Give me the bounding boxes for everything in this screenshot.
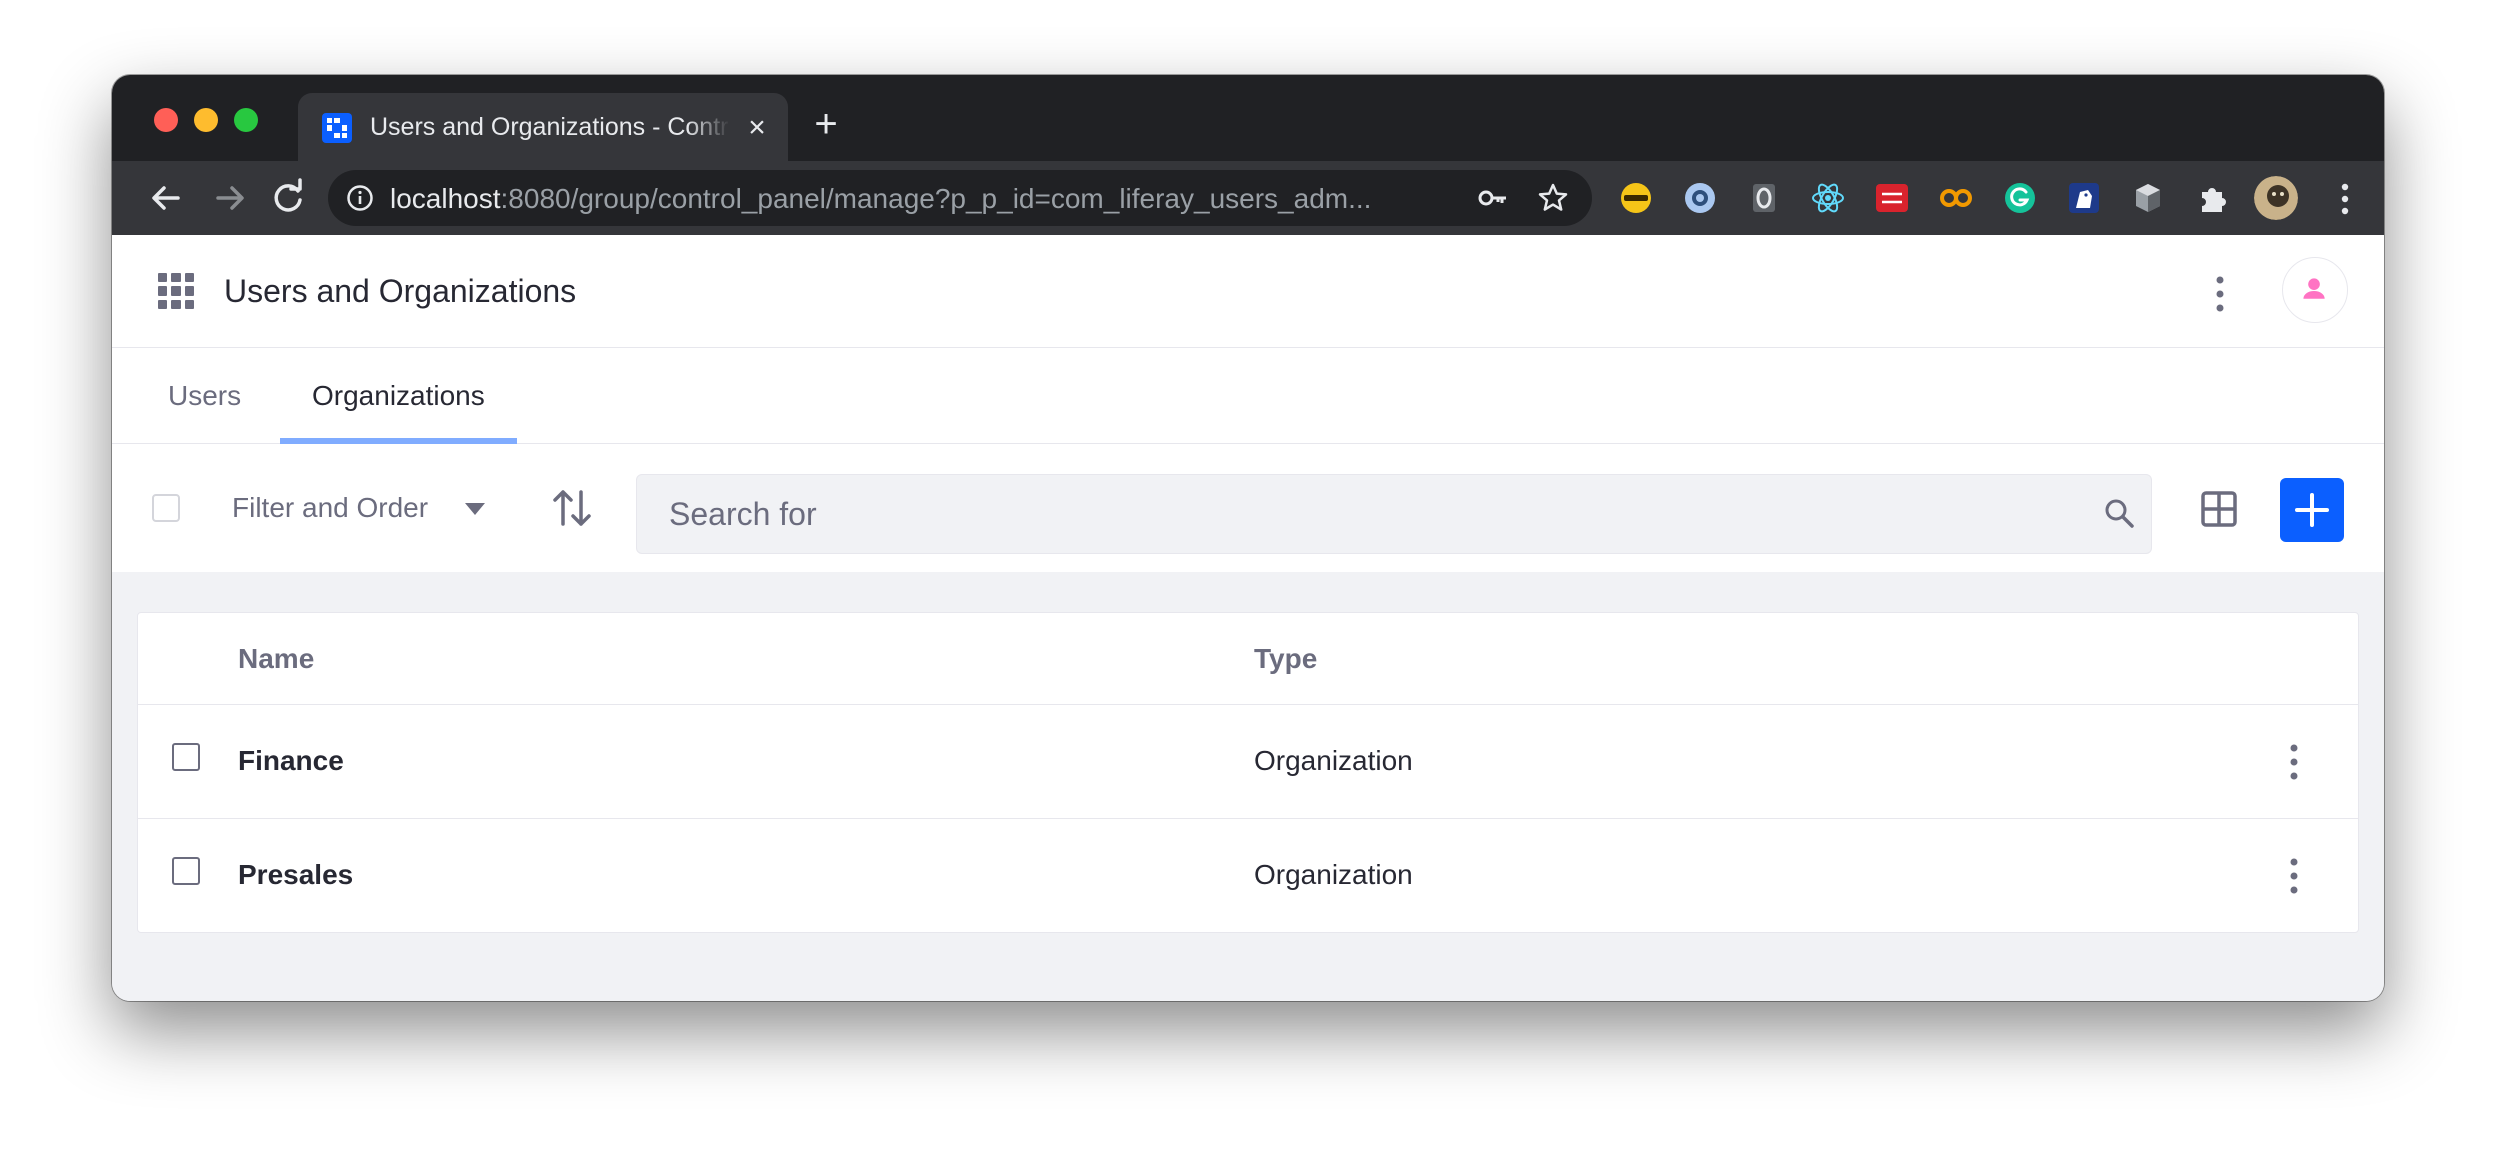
column-header-name[interactable]: Name: [238, 643, 314, 675]
add-organization-button[interactable]: [2280, 478, 2344, 542]
search-icon[interactable]: [2103, 497, 2135, 529]
browser-menu-icon[interactable]: [2330, 179, 2360, 219]
table-row[interactable]: Finance Organization: [138, 705, 2358, 819]
tab-strip: Users and Organizations - Control Panel …: [112, 75, 2384, 161]
forward-arrow-icon[interactable]: [208, 176, 252, 220]
table-header: Name Type: [138, 613, 2358, 705]
select-all-checkbox[interactable]: [152, 494, 180, 522]
profile-avatar-icon[interactable]: [2254, 176, 2298, 220]
row-checkbox[interactable]: [172, 857, 200, 885]
display-style-cards-icon[interactable]: [2200, 490, 2238, 528]
minimize-window-button[interactable]: [194, 108, 218, 132]
organization-type: Organization: [1254, 745, 1413, 776]
plus-icon: [2295, 493, 2329, 527]
site-info-icon[interactable]: [346, 184, 374, 212]
reload-icon[interactable]: [266, 176, 310, 220]
organization-type: Organization: [1254, 859, 1413, 890]
url-host: localhost: [390, 183, 501, 214]
browser-window: Users and Organizations - Control Panel …: [112, 75, 2384, 1001]
row-actions-kebab-icon[interactable]: [2284, 855, 2304, 897]
user-avatar[interactable]: [2282, 257, 2348, 323]
organization-name[interactable]: Finance: [238, 745, 344, 777]
liferay-app: Users and Organizations Users Organizati…: [112, 235, 2384, 1001]
infinity-extension-icon[interactable]: [1938, 180, 1974, 216]
grammarly-icon[interactable]: [2002, 180, 2038, 216]
maximize-window-button[interactable]: [234, 108, 258, 132]
applications-menu-icon[interactable]: [158, 273, 194, 309]
close-tab-icon[interactable]: ×: [740, 111, 774, 145]
bookmark-star-icon[interactable]: [1536, 181, 1570, 215]
url-path: :8080/group/control_panel/manage?p_p_id=…: [500, 183, 1372, 214]
options-kebab-icon[interactable]: [2210, 273, 2230, 315]
cors-extension-icon[interactable]: [1874, 180, 1910, 216]
row-actions-kebab-icon[interactable]: [2284, 741, 2304, 783]
key-extension-icon[interactable]: [1618, 180, 1654, 216]
sort-order-icon[interactable]: [550, 486, 594, 530]
row-checkbox[interactable]: [172, 743, 200, 771]
column-header-type[interactable]: Type: [1254, 643, 1317, 675]
search-input[interactable]: [637, 475, 2057, 553]
control-menu: Users and Organizations: [112, 235, 2384, 348]
tab-users[interactable]: Users: [136, 348, 273, 443]
page-title: Users and Organizations: [224, 273, 577, 309]
browser-toolbar: localhost:8080/group/control_panel/manag…: [112, 161, 2384, 235]
puzzle-extensions-icon[interactable]: [2194, 180, 2230, 216]
unicorn-extension-icon[interactable]: [2066, 180, 2102, 216]
organization-name[interactable]: Presales: [238, 859, 353, 891]
caret-down-icon[interactable]: [464, 502, 486, 516]
search-box: [636, 474, 2152, 554]
navigation-tabs: Users Organizations: [112, 348, 2384, 444]
browser-tab[interactable]: Users and Organizations - Control Panel …: [298, 93, 788, 161]
tab-title: Users and Organizations - Control Panel: [370, 113, 730, 141]
liferay-favicon-icon: [322, 113, 352, 143]
tab-organizations[interactable]: Organizations: [280, 348, 517, 444]
management-toolbar: Filter and Order: [112, 444, 2384, 572]
filter-and-order-button[interactable]: Filter and Order: [232, 480, 428, 536]
key-icon[interactable]: [1476, 182, 1510, 214]
organizations-table: Name Type Finance Organization Presales …: [137, 612, 2359, 933]
zero-extension-icon[interactable]: [1746, 180, 1782, 216]
url-text: localhost:8080/group/control_panel/manag…: [390, 183, 1450, 215]
close-window-button[interactable]: [154, 108, 178, 132]
react-devtools-icon[interactable]: [1810, 180, 1846, 216]
table-row[interactable]: Presales Organization: [138, 819, 2358, 933]
back-arrow-icon[interactable]: [144, 176, 188, 220]
user-icon: [2303, 278, 2325, 299]
circle-extension-icon[interactable]: [1682, 180, 1718, 216]
cube-extension-icon[interactable]: [2130, 180, 2166, 216]
new-tab-button[interactable]: +: [806, 104, 846, 145]
address-bar[interactable]: localhost:8080/group/control_panel/manag…: [328, 170, 1592, 226]
